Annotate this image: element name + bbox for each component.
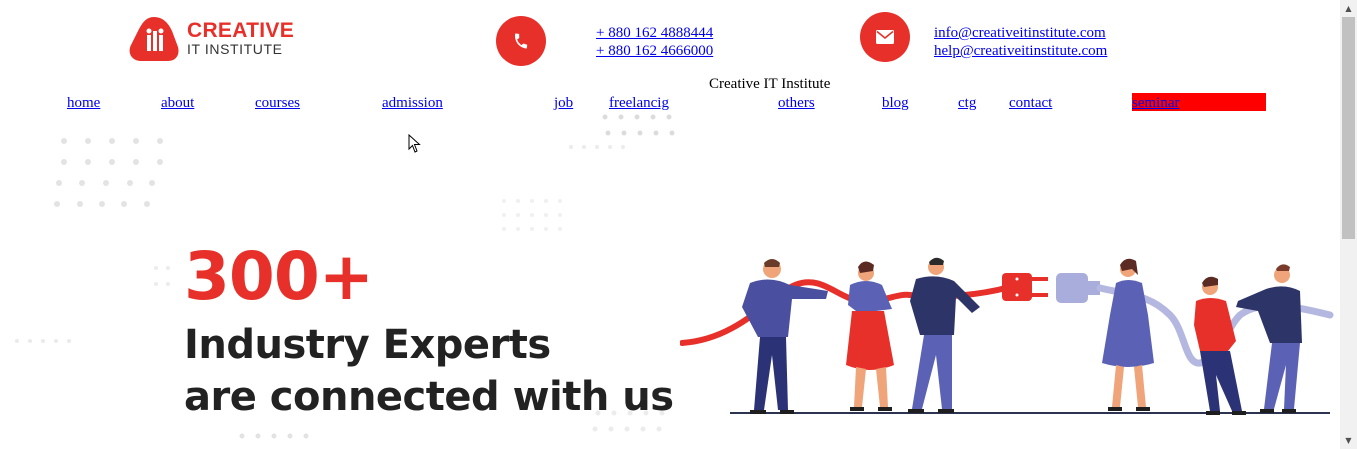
nav-contact[interactable]: contact <box>1009 95 1052 112</box>
envelope-icon <box>860 12 910 62</box>
hero-line-2: are connected with us <box>184 374 674 420</box>
dot-pattern-decoration <box>15 339 71 343</box>
site-name: Creative IT Institute <box>709 76 831 92</box>
phone-link-2[interactable]: + 880 162 4666000 <box>596 42 713 60</box>
nav-job[interactable]: job <box>554 95 573 112</box>
nav-freelancig[interactable]: freelancig <box>609 95 669 112</box>
people-plug-illustration <box>680 257 1334 415</box>
nav-home[interactable]: home <box>67 95 100 112</box>
logo-title: CREATIVE <box>187 19 295 42</box>
dot-pattern-decoration <box>502 199 562 231</box>
email-link-info[interactable]: info@creativeitinstitute.com <box>934 24 1107 42</box>
hero-line-1: Industry Experts <box>184 322 551 368</box>
logo[interactable]: CREATIVE IT INSTITUTE <box>128 15 295 65</box>
dot-pattern-decoration <box>154 266 170 286</box>
dot-pattern-decoration <box>569 145 625 149</box>
email-link-help[interactable]: help@creativeitinstitute.com <box>934 42 1107 60</box>
logo-subtitle: IT INSTITUTE <box>187 41 283 57</box>
dot-pattern-decoration <box>239 433 309 439</box>
phone-icon <box>496 16 546 66</box>
nav-admission[interactable]: admission <box>382 95 443 112</box>
phone-numbers: + 880 162 4888444 + 880 162 4666000 <box>596 24 713 60</box>
scroll-down-icon[interactable]: ▼ <box>1340 432 1357 449</box>
dot-pattern-decoration <box>602 114 675 136</box>
nav-blog[interactable]: blog <box>882 95 909 112</box>
scroll-up-icon[interactable]: ▲ <box>1340 0 1357 17</box>
email-addresses: info@creativeitinstitute.com help@creati… <box>934 24 1107 60</box>
mouse-cursor-icon <box>408 134 421 153</box>
phone-glyph-icon <box>515 33 528 49</box>
nav-about[interactable]: about <box>161 95 194 112</box>
envelope-glyph-icon <box>876 30 894 44</box>
logo-mark-icon <box>129 17 179 61</box>
nav-others[interactable]: others <box>778 95 815 112</box>
nav-ctg[interactable]: ctg <box>958 95 976 112</box>
vertical-scrollbar[interactable]: ▲ ▼ <box>1340 0 1357 449</box>
nav-seminar[interactable]: seminar <box>1132 93 1266 111</box>
dot-pattern-decoration <box>54 138 163 207</box>
nav-courses[interactable]: courses <box>255 95 300 112</box>
phone-link-1[interactable]: + 880 162 4888444 <box>596 24 713 42</box>
hero-number: 300+ <box>184 238 374 315</box>
scrollbar-thumb[interactable] <box>1342 17 1355 239</box>
